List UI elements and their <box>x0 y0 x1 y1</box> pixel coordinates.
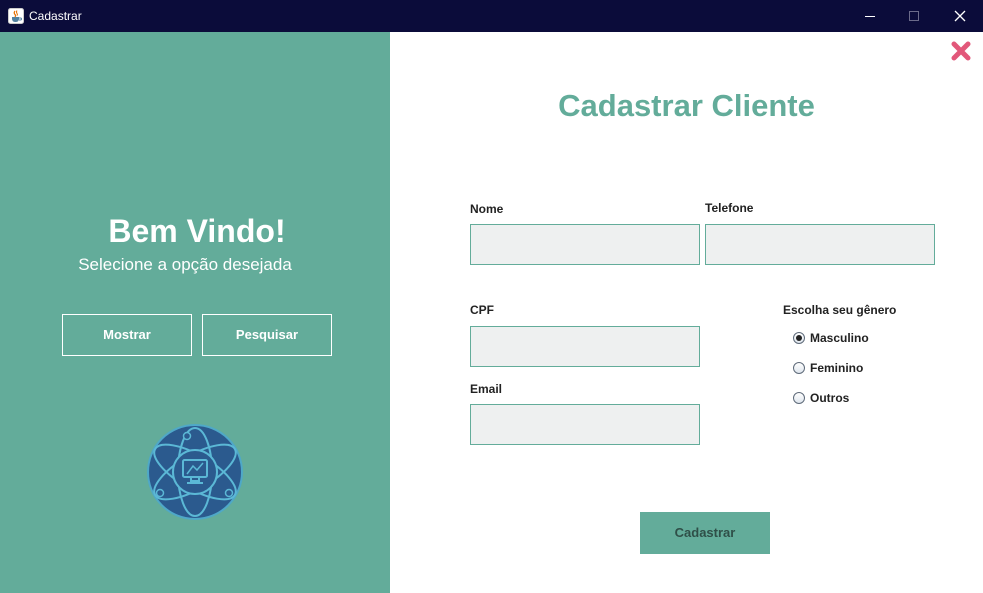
email-label: Email <box>470 382 503 396</box>
gender-title: Escolha seu gênero <box>783 303 897 317</box>
java-cup-icon <box>8 8 24 24</box>
gender-option-female[interactable]: Feminino <box>793 360 863 376</box>
close-x-icon[interactable] <box>949 39 973 63</box>
welcome-subtitle: Selecione a opção desejada <box>78 255 292 274</box>
email-field[interactable] <box>470 404 700 445</box>
radio-button-selected[interactable] <box>793 332 805 344</box>
cpf-label: CPF <box>470 303 494 317</box>
register-button[interactable]: Cadastrar <box>640 512 770 554</box>
gender-option-male[interactable]: Masculino <box>793 330 869 346</box>
welcome-heading: Bem Vindo! <box>108 213 286 249</box>
gender-option-label: Masculino <box>810 331 869 345</box>
window-titlebar: Cadastrar <box>0 0 983 32</box>
cpf-field[interactable] <box>470 326 700 367</box>
form-title: Cadastrar Cliente <box>558 88 815 123</box>
close-icon <box>954 10 966 22</box>
radio-button[interactable] <box>793 392 805 404</box>
name-label: Nome <box>470 202 504 216</box>
maximize-icon <box>909 11 919 21</box>
phone-label: Telefone <box>705 201 754 215</box>
minimize-icon <box>865 15 875 17</box>
window-title: Cadastrar <box>29 9 82 23</box>
show-button[interactable]: Mostrar <box>62 314 192 356</box>
gender-option-other[interactable]: Outros <box>793 390 849 406</box>
minimize-button[interactable] <box>847 0 893 32</box>
welcome-panel: Bem Vindo! Selecione a opção desejada Mo… <box>0 32 390 593</box>
gender-option-label: Outros <box>810 391 850 405</box>
name-field[interactable] <box>470 224 700 265</box>
gender-option-label: Feminino <box>810 361 864 375</box>
window-close-button[interactable] <box>937 0 983 32</box>
phone-field[interactable] <box>705 224 935 265</box>
register-form-panel: Cadastrar Cliente Nome Telefone CPF Emai… <box>390 32 983 593</box>
radio-button[interactable] <box>793 362 805 374</box>
maximize-button[interactable] <box>891 0 937 32</box>
atom-computer-logo-icon <box>147 424 243 520</box>
search-button[interactable]: Pesquisar <box>202 314 332 356</box>
